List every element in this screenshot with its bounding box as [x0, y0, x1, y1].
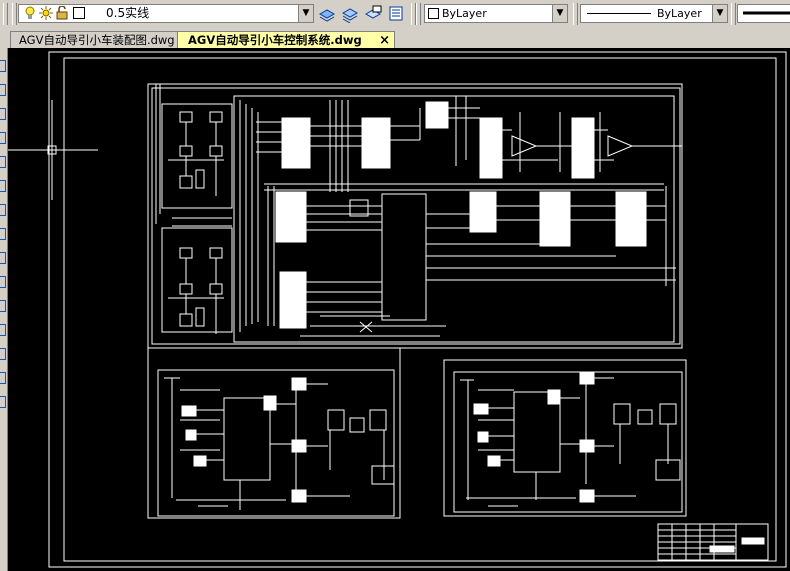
linetype-value: ByLayer	[657, 7, 702, 20]
cad-drawing[interactable]	[8, 48, 790, 571]
file-tab-bar: AGV自动导引小车装配图.dwg AGV自动导引小车控制系统.dwg ×	[0, 29, 790, 48]
linetype-preview-icon	[587, 13, 651, 14]
toolbar-grip[interactable]	[731, 3, 736, 25]
lineweight-preview-icon	[743, 11, 790, 15]
tool-button[interactable]	[0, 60, 6, 72]
tab-label: AGV自动导引小车装配图.dwg	[19, 33, 175, 47]
linetype-dropdown-arrow[interactable]: ▼	[712, 5, 727, 22]
color-swatch-icon	[428, 8, 439, 19]
layer-thaw-sun-icon[interactable]	[39, 6, 53, 20]
tab-label: AGV自动导引小车控制系统.dwg	[188, 33, 362, 47]
tool-button[interactable]	[0, 252, 6, 264]
color-value: ByLayer	[442, 7, 487, 20]
tool-button[interactable]	[0, 324, 6, 336]
lineweight-dropdown[interactable]	[737, 4, 790, 23]
toolbar-grip[interactable]	[12, 3, 17, 25]
color-dropdown-arrow[interactable]: ▼	[552, 5, 567, 22]
layer-states-icon[interactable]	[364, 4, 382, 23]
tool-button[interactable]	[0, 204, 6, 216]
motor-driver-left	[147, 347, 401, 519]
left-docked-toolbar	[0, 48, 8, 571]
main-control-circuit	[147, 83, 683, 349]
layer-properties-manager-icon[interactable]	[387, 4, 405, 23]
drawing-canvas[interactable]	[8, 48, 790, 571]
tool-button[interactable]	[0, 132, 6, 144]
properties-toolbar: 0.5实线 ▼ ByLayer ▼ ByLayer ▼	[0, 0, 790, 30]
layer-on-bulb-icon[interactable]	[23, 6, 37, 20]
toolbar-grip[interactable]	[416, 3, 421, 25]
layer-name-text: 0.5实线	[106, 6, 150, 20]
motor-driver-right	[443, 359, 687, 517]
title-block	[657, 523, 769, 561]
crosshair-cursor	[8, 100, 98, 200]
tool-button[interactable]	[0, 108, 6, 120]
layer-previous-icon[interactable]	[341, 4, 359, 23]
tool-button[interactable]	[0, 228, 6, 240]
tab-agv-assembly[interactable]: AGV自动导引小车装配图.dwg	[10, 31, 182, 48]
color-dropdown[interactable]: ByLayer ▼	[424, 4, 568, 23]
layer-dropdown-arrow[interactable]: ▼	[298, 5, 313, 22]
layer-dropdown[interactable]: 0.5实线 ▼	[18, 4, 314, 23]
toolbar-grip[interactable]	[3, 3, 8, 25]
tool-button[interactable]	[0, 348, 6, 360]
tool-button[interactable]	[0, 276, 6, 288]
tool-button[interactable]	[0, 372, 6, 384]
tool-button[interactable]	[0, 84, 6, 96]
tool-button[interactable]	[0, 300, 6, 312]
toolbar-grip[interactable]	[573, 3, 578, 25]
tool-button[interactable]	[0, 180, 6, 192]
linetype-dropdown[interactable]: ByLayer ▼	[580, 4, 728, 23]
make-object-layer-current-icon[interactable]	[318, 4, 336, 23]
tool-button[interactable]	[0, 156, 6, 168]
close-tab-icon[interactable]: ×	[379, 32, 390, 49]
tool-button[interactable]	[0, 396, 6, 408]
layer-lock-icon[interactable]	[55, 6, 69, 20]
layer-color-swatch-icon[interactable]	[72, 6, 86, 20]
tab-agv-control-system[interactable]: AGV自动导引小车控制系统.dwg ×	[177, 31, 395, 48]
